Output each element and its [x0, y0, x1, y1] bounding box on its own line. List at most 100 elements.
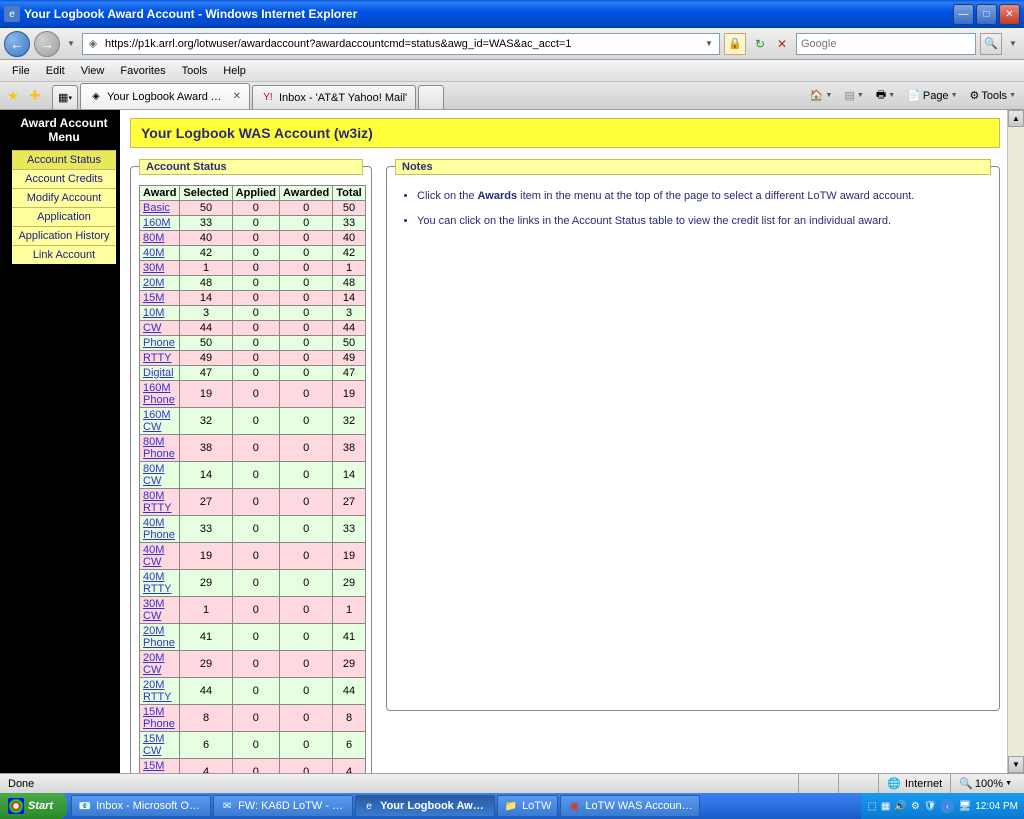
award-link[interactable]: Phone — [143, 337, 175, 349]
tab-inbox[interactable]: Y! Inbox - 'AT&T Yahoo! Mail' — [252, 85, 416, 109]
cell-applied: 0 — [232, 231, 279, 246]
tray-icon[interactable]: 🖥 — [958, 801, 971, 812]
award-link[interactable]: 30M CW — [143, 598, 164, 622]
tab-close-icon[interactable]: ✕ — [233, 91, 241, 102]
award-link[interactable]: Basic — [143, 202, 170, 214]
sidebar-item-account-credits[interactable]: Account Credits — [12, 169, 116, 188]
cell-applied: 0 — [232, 321, 279, 336]
tray-icon[interactable]: ▦ — [881, 801, 890, 812]
tab-logbook[interactable]: ◈ Your Logbook Award Acc... ✕ — [80, 83, 250, 109]
search-input[interactable] — [801, 38, 971, 50]
award-link[interactable]: 15M — [143, 292, 164, 304]
stop-button[interactable]: ✕ — [772, 34, 792, 54]
start-button[interactable]: Start — [0, 793, 67, 819]
notes-panel: Notes Click on the Awards item in the me… — [386, 166, 1000, 711]
award-link[interactable]: 160M Phone — [143, 382, 175, 406]
tray-icon[interactable]: 🔊 — [894, 801, 906, 812]
award-link[interactable]: 160M — [143, 217, 171, 229]
menu-tools[interactable]: Tools — [174, 63, 216, 79]
task-lotw-folder[interactable]: 📁LoTW — [497, 795, 558, 817]
home-button[interactable]: 🏠▼ — [806, 87, 837, 104]
address-bar[interactable]: ◈ ▼ — [82, 33, 720, 55]
quick-tabs-button[interactable]: ▦▾ — [52, 85, 78, 109]
search-dropdown[interactable]: ▼ — [1006, 34, 1020, 54]
outlook-icon: 📧 — [78, 799, 92, 813]
award-link[interactable]: CW — [143, 322, 161, 334]
award-link[interactable]: Digital — [143, 367, 174, 379]
tray-expand-icon[interactable]: ‹ — [940, 799, 954, 813]
task-logbook[interactable]: eYour Logbook Award ... — [355, 795, 495, 817]
award-link[interactable]: 40M RTTY — [143, 571, 172, 595]
vertical-scrollbar[interactable]: ▲ ▼ — [1007, 110, 1024, 773]
award-link[interactable]: 30M — [143, 262, 164, 274]
task-ppt[interactable]: ▣LoTW WAS Accounts.ppt — [560, 795, 700, 817]
scroll-down-button[interactable]: ▼ — [1008, 756, 1024, 773]
award-link[interactable]: 40M CW — [143, 544, 164, 568]
award-link[interactable]: 80M CW — [143, 463, 164, 487]
history-dropdown[interactable]: ▼ — [64, 34, 78, 54]
award-link[interactable]: 20M Phone — [143, 625, 175, 649]
address-input[interactable] — [101, 38, 701, 50]
tools-menu[interactable]: ⚙Tools▼ — [966, 87, 1021, 104]
award-link[interactable]: 20M CW — [143, 652, 164, 676]
maximize-button[interactable]: □ — [976, 4, 997, 25]
award-link[interactable]: 80M Phone — [143, 436, 175, 460]
search-button[interactable]: 🔍 — [980, 33, 1002, 55]
task-outlook[interactable]: 📧Inbox - Microsoft Outlook — [71, 795, 211, 817]
sidebar-item-application-history[interactable]: Application History — [12, 226, 116, 245]
add-favorite-icon[interactable]: ✚ — [26, 87, 44, 105]
forward-button[interactable]: → — [34, 31, 60, 57]
award-link[interactable]: 10M — [143, 307, 164, 319]
minimize-button[interactable]: — — [953, 4, 974, 25]
award-link[interactable]: 15M Phone — [143, 706, 175, 730]
sidebar-item-modify-account[interactable]: Modify Account — [12, 188, 116, 207]
favorites-icon[interactable]: ★ — [4, 87, 22, 105]
award-link[interactable]: 160M CW — [143, 409, 171, 433]
scroll-up-button[interactable]: ▲ — [1008, 110, 1024, 127]
refresh-button[interactable]: ↻ — [750, 34, 770, 54]
print-button[interactable]: 🖶▼ — [872, 84, 899, 107]
cell-selected: 33 — [180, 516, 232, 543]
feeds-button[interactable]: ▤▼ — [840, 87, 867, 104]
back-button[interactable]: ← — [4, 31, 30, 57]
cell-selected: 44 — [180, 678, 232, 705]
system-tray[interactable]: ⬚ ▦ 🔊 ⚙ 🛡 ‹ 🖥 12:04 PM — [861, 793, 1024, 819]
award-link[interactable]: 40M — [143, 247, 164, 259]
clock[interactable]: 12:04 PM — [975, 801, 1018, 812]
status-empty-2 — [838, 774, 878, 793]
tray-icon[interactable]: ⬚ — [867, 801, 876, 812]
col-awarded: Awarded — [280, 186, 333, 201]
award-link[interactable]: 15M RTTY — [143, 760, 172, 773]
page-menu[interactable]: 📄Page▼ — [903, 87, 961, 104]
award-link[interactable]: 80M — [143, 232, 164, 244]
sidebar-item-application[interactable]: Application — [12, 207, 116, 226]
menu-view[interactable]: View — [73, 63, 113, 79]
new-tab-button[interactable] — [418, 85, 444, 109]
cell-selected: 27 — [180, 489, 232, 516]
award-link[interactable]: 40M Phone — [143, 517, 175, 541]
cell-applied: 0 — [232, 336, 279, 351]
award-link[interactable]: 20M RTTY — [143, 679, 172, 703]
menu-edit[interactable]: Edit — [38, 63, 73, 79]
award-link[interactable]: 20M — [143, 277, 164, 289]
table-row: 15M140014 — [140, 291, 366, 306]
close-button[interactable]: ✕ — [999, 4, 1020, 25]
award-link[interactable]: 80M RTTY — [143, 490, 172, 514]
sidebar-item-link-account[interactable]: Link Account — [12, 245, 116, 264]
security-zone[interactable]: 🌐 Internet — [878, 774, 950, 793]
menu-favorites[interactable]: Favorites — [112, 63, 173, 79]
cell-total: 19 — [333, 543, 365, 570]
tray-icon[interactable]: 🛡 — [924, 801, 937, 812]
award-link[interactable]: RTTY — [143, 352, 172, 364]
task-fw[interactable]: ✉FW: KA6D LoTW - Messa... — [213, 795, 353, 817]
cell-selected: 42 — [180, 246, 232, 261]
zoom-control[interactable]: 🔍 100% ▼ — [950, 774, 1020, 793]
menu-help[interactable]: Help — [215, 63, 254, 79]
menu-file[interactable]: File — [4, 63, 38, 79]
search-box[interactable] — [796, 33, 976, 55]
security-lock-icon[interactable]: 🔒 — [724, 33, 746, 55]
sidebar-item-account-status[interactable]: Account Status — [12, 150, 116, 169]
tray-icon[interactable]: ⚙ — [911, 801, 920, 812]
award-link[interactable]: 15M CW — [143, 733, 164, 757]
address-dropdown[interactable]: ▼ — [701, 39, 717, 48]
